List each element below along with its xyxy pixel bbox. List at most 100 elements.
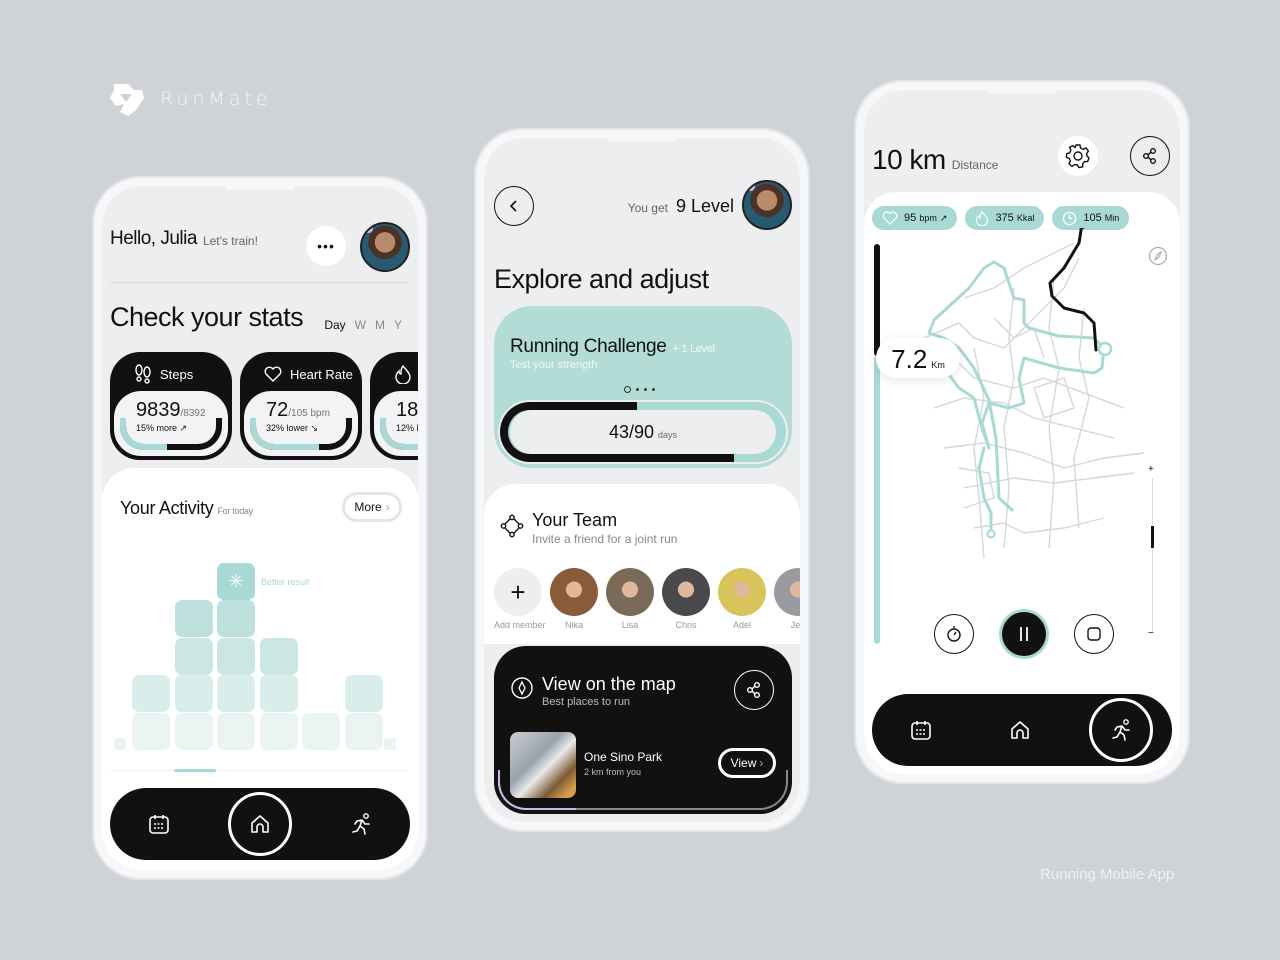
stat-card-steps[interactable]: Steps 9839/8392 15% more ↗	[110, 352, 232, 460]
map-card[interactable]: View on the map Best places to run One S…	[494, 646, 792, 814]
more-label: More	[354, 500, 382, 514]
challenge-card[interactable]: Running Challenge + 1 Level Test your str…	[494, 306, 792, 468]
member-name: Chris	[675, 620, 697, 630]
metric-unit: Kkal	[1016, 213, 1035, 223]
team-icon	[500, 514, 524, 538]
brand: RunMate	[106, 80, 272, 118]
better-result-label: Better result	[261, 576, 310, 587]
metric-unit: Min	[1104, 213, 1120, 223]
more-options-button[interactable]: •••	[306, 226, 346, 266]
team-member[interactable]: Nika	[550, 568, 598, 630]
pause-icon	[1020, 627, 1028, 641]
nav-home[interactable]	[990, 700, 1050, 760]
team-subtitle: Invite a friend for a joint run	[532, 532, 678, 546]
route-start-marker	[986, 529, 996, 539]
calendar-icon	[911, 721, 932, 740]
tab-year[interactable]: Y	[394, 318, 402, 332]
nav-home[interactable]	[227, 792, 292, 856]
add-member-button[interactable]: + Add member	[494, 568, 546, 630]
activity-bar-block	[259, 675, 298, 712]
zoom-slider-thumb[interactable]	[1151, 526, 1154, 548]
view-button[interactable]: View ›	[718, 748, 776, 778]
distance-progress-slider[interactable]	[874, 244, 880, 644]
stat-card-heart-rate[interactable]: Heart Rate 72/105 bpm 32% lower ↘	[240, 352, 362, 460]
team-title: Your Team	[532, 510, 618, 530]
route-remaining	[1048, 228, 1098, 352]
tab-week[interactable]: W	[355, 318, 366, 332]
runmate-logo-icon	[110, 84, 144, 116]
metric-pills: 95 bpm ↗ 375 Kkal 105 Min	[872, 206, 1130, 230]
activity-title: Your Activity	[120, 498, 214, 518]
more-button[interactable]: More ›	[342, 492, 402, 522]
nav-calendar[interactable]	[129, 794, 189, 854]
runner-icon	[1111, 719, 1130, 741]
nav-calendar[interactable]	[891, 700, 951, 760]
activity-bar-block	[259, 637, 298, 675]
zoom-in-button[interactable]: +	[1148, 464, 1154, 475]
carousel-indicator[interactable]	[624, 386, 655, 393]
place-thumbnail[interactable]	[510, 732, 576, 798]
metric-heart-rate: 95 bpm ↗	[872, 206, 958, 230]
gear-icon	[1065, 144, 1090, 169]
route-map[interactable]	[864, 228, 1180, 608]
zoom-out-button[interactable]: −	[1148, 628, 1154, 639]
team-member[interactable]: Jen	[774, 568, 800, 630]
stopwatch-icon	[947, 626, 961, 642]
current-distance-badge: 7.2 Km	[876, 338, 960, 378]
divider	[110, 282, 408, 283]
activity-chart: 7:007:30✳8:008:309:009:30Better result	[102, 528, 418, 804]
team-member[interactable]: Adel	[718, 568, 766, 630]
share-button[interactable]	[1130, 136, 1170, 176]
activity-subtitle: For today	[217, 506, 253, 516]
divider	[110, 770, 408, 771]
team-member[interactable]: Lisa	[606, 568, 654, 630]
map-panel[interactable]: 95 bpm ↗ 375 Kkal 105 Min 7.2 Km + −	[864, 192, 1180, 774]
place-name: One Sino Park	[584, 750, 663, 764]
caption: Running Mobile App	[1040, 866, 1175, 883]
heart-icon	[882, 211, 898, 225]
phone-home-screen: Hello, Julia Let's train! ••• Check your…	[92, 176, 428, 880]
stat-card-calories[interactable]: 180 12% lo	[370, 352, 418, 460]
stopwatch-button[interactable]	[934, 614, 974, 654]
view-label: View	[730, 756, 757, 770]
stop-icon	[1087, 627, 1101, 641]
activity-bar-block	[132, 675, 170, 712]
avatar[interactable]	[742, 180, 792, 230]
pause-button[interactable]	[1002, 612, 1046, 656]
stop-button[interactable]	[1074, 614, 1114, 654]
nav-run[interactable]	[1088, 698, 1153, 762]
sparkle-icon: ✳	[228, 570, 244, 591]
clock-icon	[1063, 211, 1077, 225]
activity-bar-block	[174, 600, 213, 637]
flame-icon	[976, 210, 989, 226]
activity-bar-block	[302, 712, 340, 750]
activity-bar-block	[174, 675, 213, 712]
team-member[interactable]: Chris	[662, 568, 710, 630]
greeting-subtitle: Let's train!	[202, 234, 258, 248]
metric-value: 105	[1083, 212, 1102, 224]
back-button[interactable]	[494, 186, 534, 226]
nav-run[interactable]	[331, 794, 391, 854]
greeting: Hello, Julia	[110, 228, 197, 249]
map-title: View on the map	[542, 674, 676, 694]
scroll-indicator	[174, 769, 216, 772]
run-controls	[934, 612, 1114, 656]
level-prefix: You get	[627, 201, 668, 215]
stat-label: Heart Rate	[290, 366, 353, 382]
settings-button[interactable]	[1058, 136, 1098, 176]
distance-label: Distance	[951, 158, 999, 172]
status-dot	[364, 224, 373, 233]
share-button[interactable]	[734, 670, 774, 710]
heart-icon	[264, 366, 282, 382]
level-value: 9 Level	[675, 196, 734, 216]
member-avatar	[550, 568, 598, 616]
chevron-right-icon: ›	[385, 500, 390, 514]
chevron-right-icon: ›	[759, 756, 764, 770]
tab-month[interactable]: M	[375, 318, 385, 332]
map-zoom-slider[interactable]: + −	[1148, 464, 1158, 640]
tab-day[interactable]: Day	[324, 318, 345, 332]
activity-bar-block	[174, 712, 213, 750]
progress-total: /90	[628, 421, 655, 442]
challenge-tag: + 1 Level	[672, 343, 716, 355]
avatar[interactable]	[360, 222, 410, 272]
